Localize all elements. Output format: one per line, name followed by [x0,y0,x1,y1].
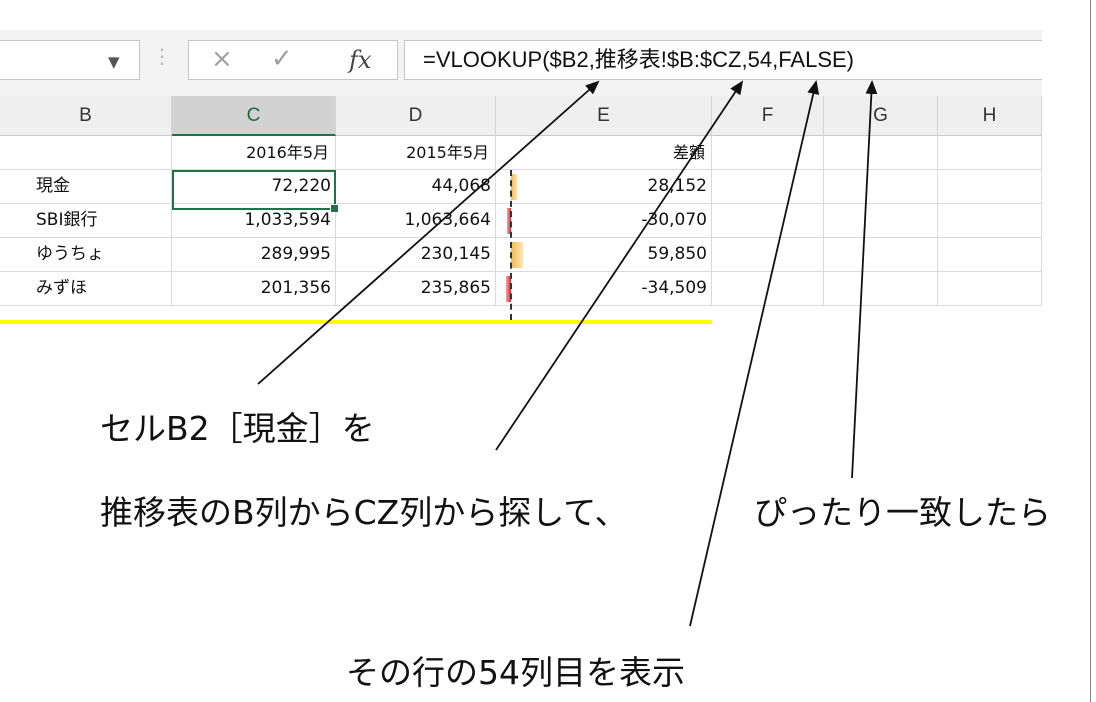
arrow-range [495,80,744,451]
arrow-match-type [851,80,878,479]
annotation-range: 推移表のB列からCZ列から探して、 [100,493,628,532]
annotation-arrows [257,80,878,627]
annotation-cell-ref: セルB2［現金］を [100,409,375,448]
annotation-result: その行の54列目を表示 [346,653,685,692]
arrow-column-index [689,80,820,627]
window-edge [1090,0,1091,702]
arrow-cell-ref [257,80,600,385]
annotation-match: ぴったり一致したら [754,493,1051,532]
